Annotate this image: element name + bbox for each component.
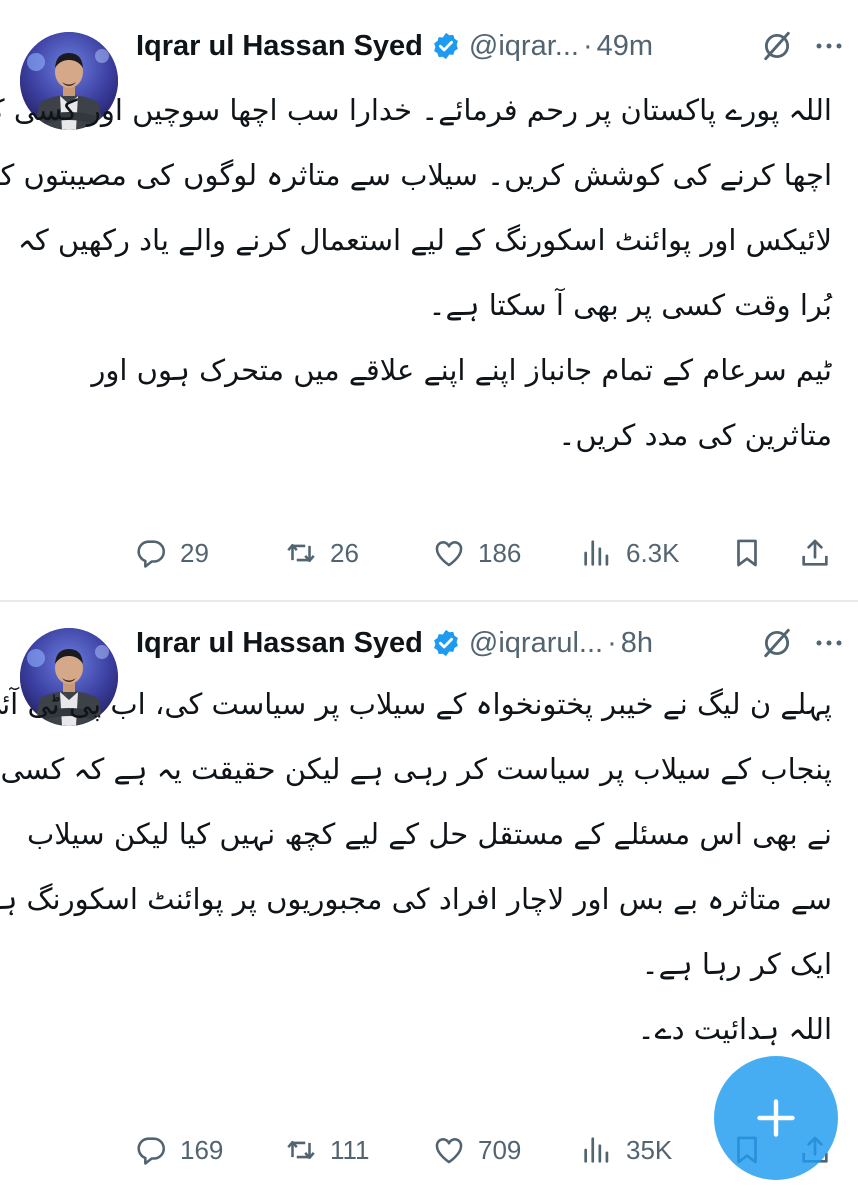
share-button[interactable] bbox=[798, 527, 832, 579]
repost-button[interactable]: 111 bbox=[284, 1124, 370, 1176]
views-count: 35K bbox=[626, 1134, 673, 1165]
grok-icon[interactable] bbox=[760, 626, 794, 660]
reply-icon bbox=[137, 1137, 166, 1165]
tweet-text-line: بُرا وقت کسی پر بھی آ سکتا ہے۔ bbox=[428, 288, 832, 322]
repost-button[interactable]: 26 bbox=[284, 527, 359, 579]
views-button[interactable]: 6.3K bbox=[580, 527, 680, 579]
author-handle[interactable]: @iqrarul... bbox=[469, 627, 603, 660]
repost-icon bbox=[287, 1140, 315, 1160]
tweet-text-line: اچھا کرنے کی کوشش کریں۔ سیلاب سے متاثرہ … bbox=[0, 158, 832, 192]
tweet-text-line: اللہ ہدائیت دے۔ bbox=[637, 1012, 832, 1046]
verified-badge-icon bbox=[434, 32, 458, 60]
reply-button[interactable]: 169 bbox=[134, 1124, 223, 1176]
views-icon bbox=[584, 540, 609, 566]
like-count: 709 bbox=[478, 1134, 522, 1165]
reply-count: 169 bbox=[180, 1134, 224, 1165]
like-icon bbox=[435, 541, 463, 567]
tweet-text-line: متاثرین کی مدد کریں۔ bbox=[558, 418, 832, 452]
bookmark-button[interactable] bbox=[730, 527, 764, 579]
tweet-text-line: پہلے ن لیگ نے خیبر پختونخواہ کے سیلاب پر… bbox=[0, 687, 832, 721]
grok-icon[interactable] bbox=[760, 29, 794, 63]
like-icon bbox=[435, 1138, 463, 1164]
like-button[interactable]: 709 bbox=[432, 1124, 521, 1176]
tweet-text-line: پنجاب کے سیلاب پر سیاست کر رہی ہے لیکن ح… bbox=[0, 752, 832, 786]
repost-count: 111 bbox=[330, 1134, 370, 1165]
tweet-text-line: ٹیم سرعام کے تمام جانباز اپنے اپنے علاقے… bbox=[91, 353, 832, 387]
timestamp[interactable]: 8h bbox=[621, 627, 653, 660]
bookmark-icon bbox=[737, 539, 757, 567]
tweet-text: اللہ پورے پاکستان پر رحم فرمائے۔ خدارا س… bbox=[0, 78, 832, 468]
tweet-text-line: نے بھی اس مسئلے کے مستقل حل کے لیے کچھ ن… bbox=[26, 817, 832, 851]
tweet-text-line: ایک کر رہا ہے۔ bbox=[641, 947, 832, 981]
views-button[interactable]: 35K bbox=[580, 1124, 672, 1176]
reply-button[interactable]: 29 bbox=[134, 527, 209, 579]
author-name[interactable]: Iqrar ul Hassan Syed bbox=[136, 30, 423, 63]
reply-icon bbox=[137, 540, 166, 568]
tweet-text-line: لائیکس اور پوائنٹ اسکورنگ کے لیے استعمال… bbox=[17, 223, 832, 257]
compose-button[interactable] bbox=[714, 1056, 838, 1180]
share-icon bbox=[802, 539, 828, 566]
more-icon[interactable] bbox=[814, 628, 844, 658]
more-icon[interactable] bbox=[814, 31, 844, 61]
timestamp[interactable]: 49m bbox=[597, 30, 653, 63]
reply-count: 29 bbox=[180, 537, 209, 568]
tweet-header: Iqrar ul Hassan Syed @iqrar... · 49m bbox=[136, 26, 844, 66]
separator-dot: · bbox=[607, 626, 617, 659]
compose-plus-icon bbox=[757, 1099, 795, 1137]
tweet-text: پہلے ن لیگ نے خیبر پختونخواہ کے سیلاب پر… bbox=[0, 672, 832, 1062]
tweet-header: Iqrar ul Hassan Syed @iqrarul... · 8h bbox=[136, 623, 844, 663]
tweet-1[interactable]: Iqrar ul Hassan Syed @iqrar... · 49m الل… bbox=[0, 0, 858, 600]
separator-dot: · bbox=[582, 29, 593, 62]
views-count: 6.3K bbox=[626, 537, 680, 568]
repost-icon bbox=[287, 543, 315, 563]
author-name[interactable]: Iqrar ul Hassan Syed bbox=[136, 627, 423, 660]
tweet-text-line: سے متاثرہ بے بس اور لاچار افراد کی مجبور… bbox=[0, 882, 832, 916]
like-count: 186 bbox=[478, 537, 522, 568]
like-button[interactable]: 186 bbox=[432, 527, 521, 579]
views-icon bbox=[584, 1137, 609, 1163]
tweet-text-line: اللہ پورے پاکستان پر رحم فرمائے۔ خدارا س… bbox=[0, 93, 832, 127]
tweet-actions: 29 26 186 6.3K bbox=[134, 527, 834, 579]
repost-count: 26 bbox=[330, 537, 359, 568]
verified-badge-icon bbox=[434, 629, 458, 657]
author-handle[interactable]: @iqrar... bbox=[469, 30, 579, 63]
